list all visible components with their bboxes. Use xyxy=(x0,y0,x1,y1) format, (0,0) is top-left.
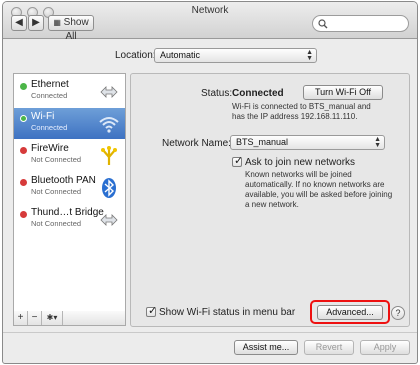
title-bar: Network ◀ ▶ ▦ Show All xyxy=(3,2,417,42)
search-icon xyxy=(318,19,328,29)
thunderbolt-bridge-icon xyxy=(100,214,118,226)
checkmark-icon: ✓ xyxy=(234,155,244,167)
ask-to-join-label: Ask to join new networks xyxy=(245,157,356,168)
gear-menu-button[interactable]: ✱▾ xyxy=(42,311,63,325)
service-status: Not Connected xyxy=(31,187,82,196)
checkmark-icon: ✓ xyxy=(148,305,158,317)
status-value: Connected xyxy=(232,88,284,99)
show-wifi-status-label: Show Wi-Fi status in menu bar xyxy=(159,307,296,318)
add-service-button[interactable]: + xyxy=(14,311,28,325)
service-list: Ethernet Connected Wi-Fi Connected FireW… xyxy=(13,73,126,313)
service-item-wifi[interactable]: Wi-Fi Connected xyxy=(14,108,125,139)
search-input[interactable] xyxy=(331,17,395,31)
status-dot xyxy=(20,115,27,122)
forward-button[interactable]: ▶ xyxy=(28,15,44,31)
network-name-select[interactable]: BTS_manual ▲ ▼ xyxy=(230,135,385,150)
select-arrows-icon: ▲ ▼ xyxy=(374,136,381,149)
status-dot xyxy=(20,147,27,154)
wifi-icon xyxy=(99,117,119,133)
service-status: Connected xyxy=(31,91,68,100)
show-all-label: Show All xyxy=(63,17,89,42)
turn-wifi-off-button[interactable]: Turn Wi-Fi Off xyxy=(303,85,383,100)
service-name: FireWire xyxy=(31,143,69,154)
search-field[interactable] xyxy=(312,15,409,32)
show-wifi-status-checkbox[interactable]: ✓ xyxy=(146,305,158,317)
status-dot xyxy=(20,83,27,90)
service-item-ethernet[interactable]: Ethernet Connected xyxy=(14,76,125,107)
chevron-left-icon: ◀ xyxy=(15,17,23,28)
service-item-thunderbolt-bridge[interactable]: Thund…t Bridge Not Connected xyxy=(14,204,125,235)
revert-button[interactable]: Revert xyxy=(304,340,354,355)
back-button[interactable]: ◀ xyxy=(11,15,27,31)
service-name: Ethernet xyxy=(31,79,69,90)
service-status: Connected xyxy=(31,123,68,132)
bluetooth-icon xyxy=(102,178,116,198)
network-name-label: Network Name: xyxy=(162,138,231,149)
service-name: Thund…t Bridge xyxy=(31,207,104,218)
service-name: Wi-Fi xyxy=(31,111,55,122)
grid-icon: ▦ xyxy=(53,18,61,27)
service-status: Not Connected xyxy=(31,155,82,164)
ask-to-join-detail: Known networks will be joined automatica… xyxy=(245,170,393,209)
service-status: Not Connected xyxy=(31,219,82,228)
assist-me-button[interactable]: Assist me... xyxy=(234,340,298,355)
network-name-value: BTS_manual xyxy=(236,137,289,147)
show-all-button[interactable]: ▦ Show All xyxy=(48,15,94,42)
status-label: Status: xyxy=(201,88,233,99)
status-dot xyxy=(20,211,27,218)
advanced-highlight xyxy=(310,300,390,324)
service-item-firewire[interactable]: FireWire Not Connected xyxy=(14,140,125,171)
service-name: Bluetooth PAN xyxy=(31,175,96,186)
location-label: Location: xyxy=(115,50,156,61)
service-item-bluetooth-pan[interactable]: Bluetooth PAN Not Connected xyxy=(14,172,125,203)
help-button[interactable]: ? xyxy=(391,306,405,320)
status-detail: Wi-Fi is connected to BTS_manual and has… xyxy=(232,102,371,121)
remove-service-button[interactable]: − xyxy=(28,311,42,325)
status-dot xyxy=(20,179,27,186)
chevron-right-icon: ▶ xyxy=(32,17,40,28)
network-preferences-window: Network ◀ ▶ ▦ Show All Location: Automat… xyxy=(2,1,418,364)
location-row: Location: Automatic ▲ ▼ xyxy=(3,48,417,64)
apply-button[interactable]: Apply xyxy=(360,340,410,355)
location-select[interactable]: Automatic ▲ ▼ xyxy=(154,48,317,63)
select-arrows-icon: ▲ ▼ xyxy=(306,49,313,62)
service-list-toolbar: + − ✱▾ xyxy=(13,311,126,326)
location-value: Automatic xyxy=(160,50,201,60)
wifi-settings-panel: Status: Connected Turn Wi-Fi Off Wi-Fi i… xyxy=(130,73,410,327)
ask-to-join-checkbox[interactable]: ✓ xyxy=(232,155,244,167)
ethernet-icon xyxy=(100,86,118,98)
firewire-icon xyxy=(101,146,117,165)
divider xyxy=(3,332,417,333)
